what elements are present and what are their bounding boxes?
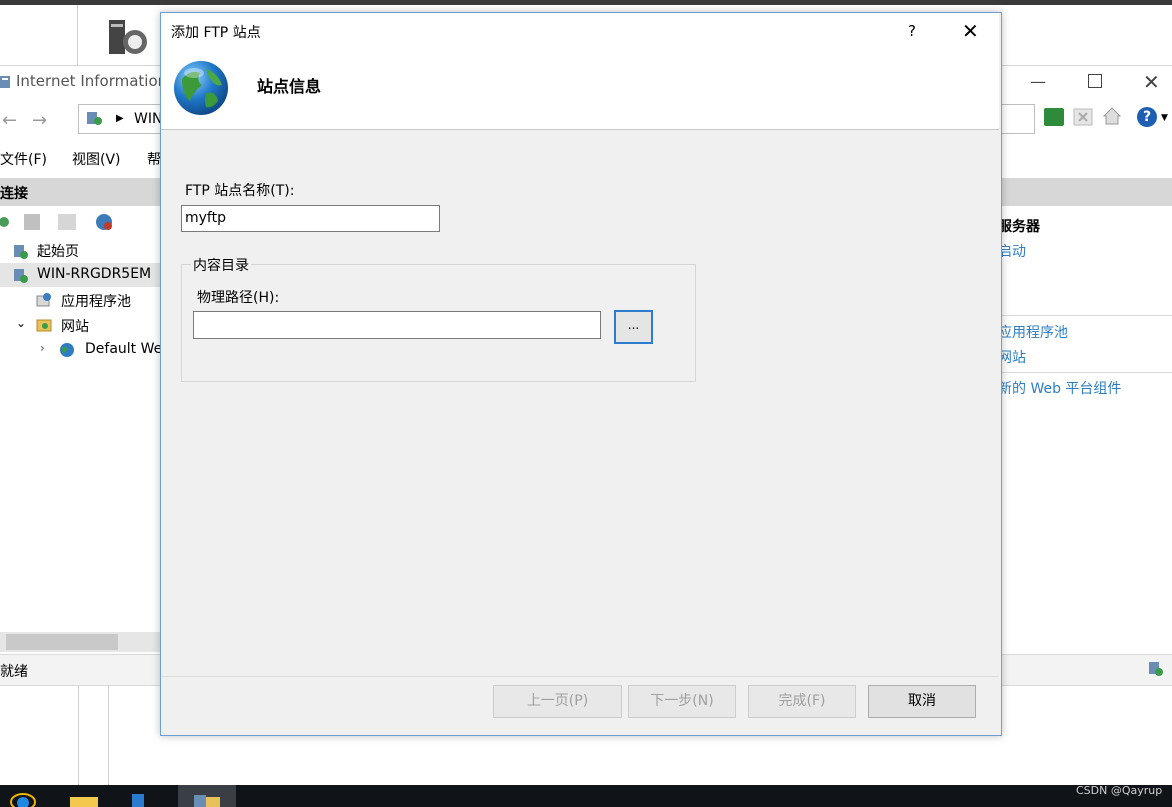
next-button[interactable]: 下一步(N) (628, 685, 736, 718)
tree-item-sites[interactable]: 网站 (61, 316, 89, 336)
back-arrow-icon[interactable]: ← (2, 110, 17, 131)
maximize-button[interactable] (1088, 74, 1102, 88)
address-bar-end (1000, 104, 1035, 134)
divider (78, 685, 79, 785)
tree-item-default-site[interactable]: Default We (85, 341, 162, 357)
forward-arrow-icon[interactable]: → (32, 110, 47, 131)
tree-item-app-pools[interactable]: 应用程序池 (61, 291, 131, 311)
iis-app-icon (0, 76, 10, 88)
divider (161, 676, 999, 677)
connections-toolbar[interactable] (0, 212, 120, 234)
ie-icon[interactable] (8, 790, 38, 807)
action-view-app-pools[interactable]: 应用程序池 (998, 322, 1068, 342)
action-start[interactable]: 启动 (998, 241, 1026, 261)
server-icon (14, 269, 28, 283)
chevron-right-icon[interactable]: › (40, 341, 45, 355)
connections-title: 连接 (0, 186, 28, 202)
action-view-sites[interactable]: 网站 (998, 347, 1026, 367)
iis-taskbar-icon (194, 795, 220, 807)
dialog-titlebar (161, 13, 999, 49)
status-text: 就绪 (0, 664, 28, 680)
page-title: 站点信息 (257, 77, 322, 96)
content-directory-label: 内容目录 (191, 255, 251, 275)
taskbar (0, 785, 1172, 807)
globe-icon (174, 61, 228, 115)
help-icon[interactable]: ? (1137, 107, 1157, 127)
site-name-label: FTP 站点名称(T): (185, 183, 295, 199)
server-icon (1149, 662, 1163, 676)
menu-help[interactable]: 帮 (147, 149, 161, 169)
menu-file[interactable]: 文件(F) (0, 149, 47, 169)
file-explorer-icon[interactable] (70, 795, 98, 807)
divider (77, 5, 78, 65)
chevron-down-icon[interactable]: ▼ (1161, 113, 1168, 123)
actions-section-title: 服务器 (998, 219, 1040, 235)
server-manager-icon (109, 20, 147, 54)
close-icon[interactable]: ✕ (962, 19, 979, 43)
chevron-down-icon[interactable]: ⌄ (16, 316, 26, 330)
watermark: CSDN @Qayrup (1076, 784, 1163, 797)
physical-path-input[interactable] (193, 311, 601, 339)
divider (998, 315, 1172, 316)
physical-path-label: 物理路径(H): (197, 290, 280, 306)
server-manager-taskbar-icon[interactable] (130, 794, 146, 807)
divider (108, 685, 109, 785)
menu-view[interactable]: 视图(V) (72, 149, 121, 169)
stop-icon[interactable] (1073, 108, 1093, 126)
site-name-input[interactable]: myftp (181, 205, 440, 232)
iis-window-title: Internet Information (16, 72, 168, 90)
folder-icon (36, 319, 52, 332)
server-icon (87, 112, 102, 125)
app-pool-icon (36, 293, 51, 307)
window-close-button[interactable]: ✕ (1143, 70, 1163, 94)
prev-button[interactable]: 上一页(P) (493, 685, 622, 718)
cancel-button[interactable]: 取消 (868, 685, 976, 718)
start-page-icon (14, 245, 28, 259)
tree-item-start-page[interactable]: 起始页 (37, 241, 79, 261)
action-web-platform[interactable]: 新的 Web 平台组件 (998, 378, 1121, 398)
minimize-button[interactable]: — (1030, 72, 1050, 91)
browse-button[interactable]: ... (614, 310, 653, 344)
home-icon[interactable] (1102, 106, 1122, 126)
refresh-icon[interactable] (1044, 108, 1064, 126)
help-button[interactable]: ? (908, 22, 916, 40)
address-text: WIN (134, 111, 163, 127)
dialog-title: 添加 FTP 站点 (171, 25, 261, 41)
globe-icon (60, 343, 74, 357)
tree-item-server[interactable]: WIN-RRGDR5EM (37, 266, 151, 282)
breadcrumb-arrow-icon: ▶ (116, 113, 124, 124)
scrollbar-thumb[interactable] (6, 634, 118, 650)
finish-button[interactable]: 完成(F) (748, 685, 856, 718)
divider (998, 372, 1172, 373)
